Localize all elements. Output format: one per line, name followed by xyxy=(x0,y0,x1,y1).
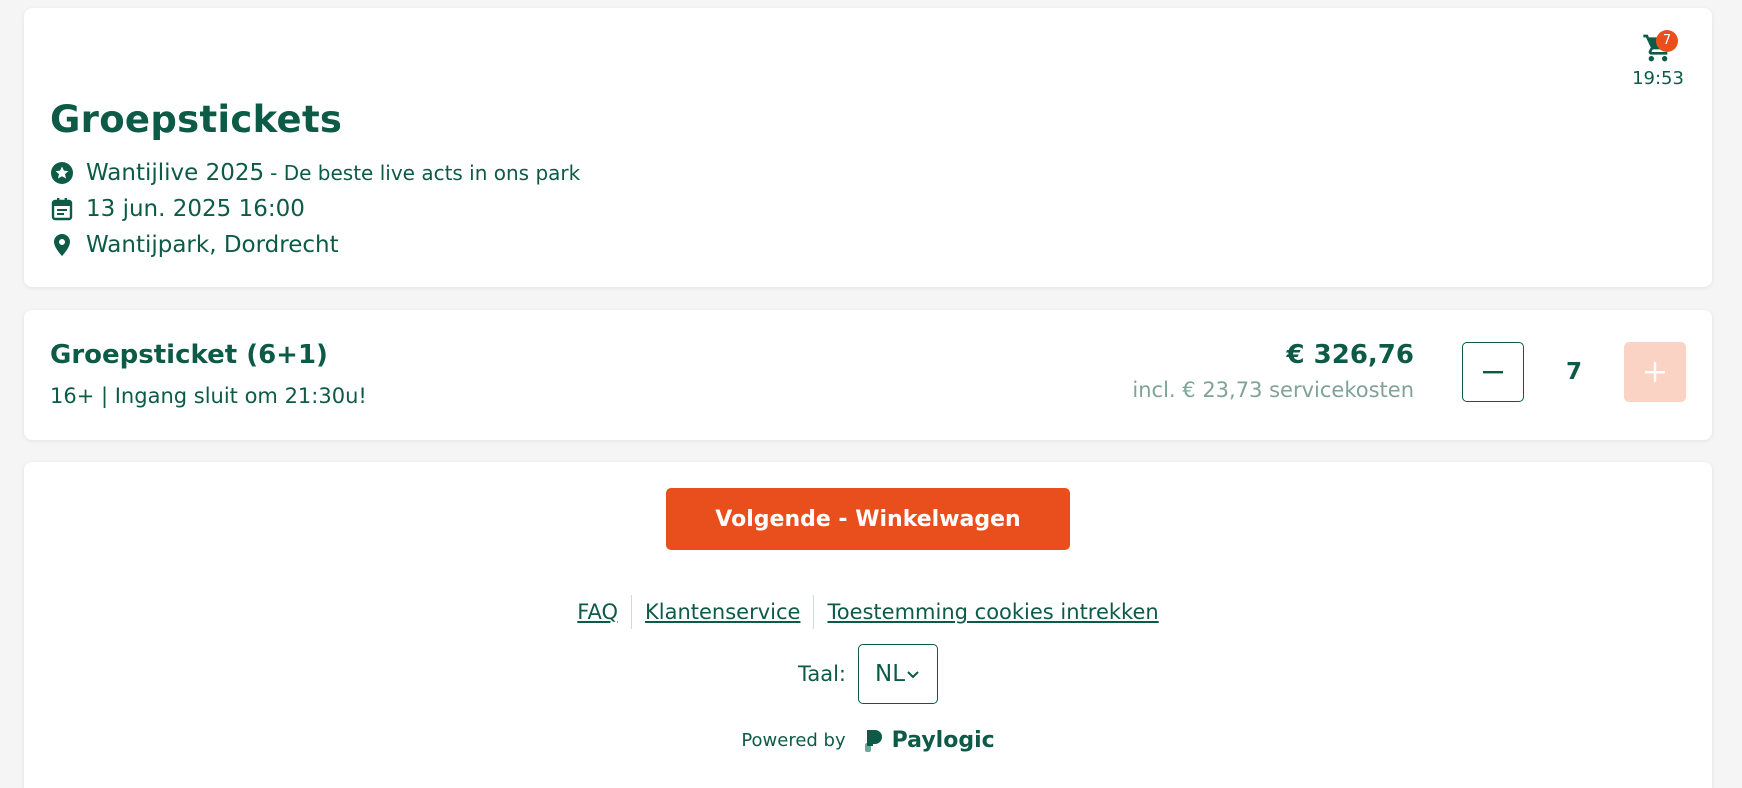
paylogic-wordmark: Paylogic xyxy=(891,728,995,753)
cart-timer: 19:53 xyxy=(1632,68,1684,89)
paylogic-logo-icon xyxy=(864,729,882,752)
increase-quantity-button[interactable] xyxy=(1624,342,1686,402)
ticket-name: Groepsticket (6+1) xyxy=(50,340,328,370)
event-location: Wantijpark, Dordrecht xyxy=(86,232,339,258)
calendar-icon xyxy=(50,197,74,221)
event-date: 13 jun. 2025 16:00 xyxy=(86,196,305,222)
language-label: Taal: xyxy=(798,662,846,686)
customer-service-link[interactable]: Klantenservice xyxy=(632,595,813,629)
quantity-stepper: 7 xyxy=(1462,342,1686,402)
revoke-cookies-link[interactable]: Toestemming cookies intrekken xyxy=(814,595,1171,629)
next-cart-button[interactable]: Volgende - Winkelwagen xyxy=(666,488,1070,550)
event-card: 7 19:53 Groepstickets Wantijlive 2025 - … xyxy=(24,8,1712,287)
minus-icon xyxy=(1483,371,1503,374)
ticket-card: Groepsticket (6+1) 16+ | Ingang sluit om… xyxy=(24,310,1712,440)
location-pin-icon xyxy=(50,233,74,257)
page: 7 19:53 Groepstickets Wantijlive 2025 - … xyxy=(0,0,1742,788)
star-icon xyxy=(50,161,74,185)
faq-link[interactable]: FAQ xyxy=(564,595,631,629)
footer-card: Volgende - Winkelwagen FAQ Klantenservic… xyxy=(24,462,1712,788)
cart-widget[interactable]: 7 19:53 xyxy=(1628,30,1688,89)
paylogic-logo: Paylogic xyxy=(864,728,995,753)
service-fee: incl. € 23,73 servicekosten xyxy=(1132,378,1414,402)
footer-links: FAQ Klantenservice Toestemming cookies i… xyxy=(24,595,1712,629)
event-location-row: Wantijpark, Dordrecht xyxy=(50,227,1686,263)
page-title: Groepstickets xyxy=(50,98,343,141)
language-value: NL xyxy=(874,661,906,687)
powered-by-label: Powered by xyxy=(741,730,846,751)
chevron-down-icon xyxy=(907,671,919,679)
event-date-row: 13 jun. 2025 16:00 xyxy=(50,191,1686,227)
event-name: Wantijlive 2025 xyxy=(86,160,265,186)
powered-by: Powered by Paylogic xyxy=(24,728,1712,753)
price-block: € 326,76 incl. € 23,73 servicekosten xyxy=(1132,340,1414,402)
quantity-value: 7 xyxy=(1565,359,1582,385)
event-tagline: - De beste live acts in ons park xyxy=(270,161,581,185)
ticket-description: 16+ | Ingang sluit om 21:30u! xyxy=(50,384,367,408)
ticket-price: € 326,76 xyxy=(1286,340,1414,370)
cart-count-badge: 7 xyxy=(1656,30,1678,52)
language-selector-row: Taal: NL xyxy=(24,644,1712,704)
decrease-quantity-button[interactable] xyxy=(1462,342,1524,402)
plus-icon xyxy=(1645,362,1665,382)
language-select[interactable]: NL xyxy=(858,644,938,704)
event-name-row: Wantijlive 2025 - De beste live acts in … xyxy=(50,155,1686,191)
